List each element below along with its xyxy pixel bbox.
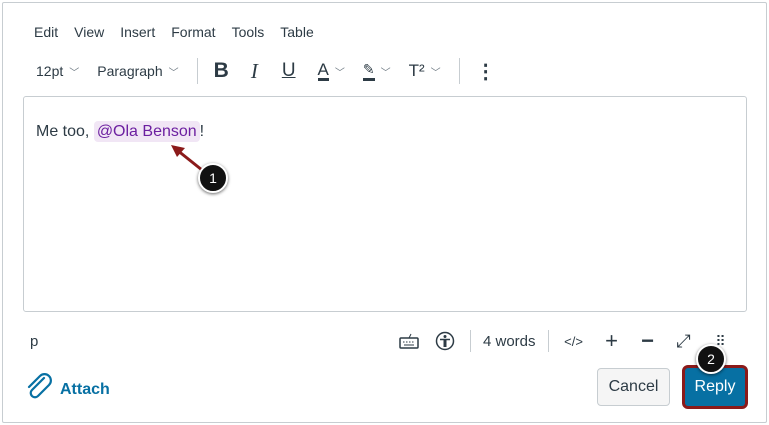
font-size-select[interactable]: 12pt ﹀ — [36, 63, 79, 79]
fullscreen-icon[interactable]: ⤢ — [673, 330, 695, 352]
chevron-down-icon: ﹀ — [430, 67, 441, 79]
word-count: 4 words — [483, 332, 536, 350]
zoom-in-icon[interactable]: + — [601, 328, 623, 353]
divider — [547, 330, 549, 352]
italic-icon[interactable]: I — [251, 59, 258, 84]
divider — [196, 58, 198, 84]
editor-toolbar: 12pt ﹀ Paragraph ﹀ B I U A ﹀ ✎ ﹀ T² ﹀ ⋮ — [36, 58, 514, 84]
message-text-end: ! — [199, 123, 205, 140]
user-mention[interactable]: @Ola Benson — [93, 121, 200, 142]
callout-badge-1: 1 — [198, 163, 228, 193]
reply-button[interactable]: Reply — [685, 368, 745, 406]
more-options-icon[interactable]: ⋮ — [476, 59, 496, 84]
bold-icon[interactable]: B — [214, 59, 229, 83]
zoom-out-icon[interactable]: − — [637, 328, 659, 353]
superscript-icon: T² — [408, 61, 425, 80]
attach-label: Attach — [60, 380, 110, 398]
element-path[interactable]: p — [30, 333, 38, 350]
menu-bar: Edit View Insert Format Tools Table — [34, 24, 314, 40]
highlight-button[interactable]: ✎ ﹀ — [362, 61, 391, 81]
underline-icon[interactable]: U — [282, 60, 296, 82]
menu-insert[interactable]: Insert — [120, 24, 155, 40]
attach-button[interactable]: Attach — [24, 372, 110, 407]
superscript-button[interactable]: T² ﹀ — [409, 61, 441, 81]
text-color-icon: A — [317, 60, 329, 81]
highlighter-icon: ✎ — [362, 61, 375, 81]
menu-table[interactable]: Table — [280, 24, 313, 40]
chevron-down-icon: ﹀ — [168, 67, 179, 79]
rich-text-editor[interactable]: Me too, @Ola Benson! — [23, 96, 747, 312]
chevron-down-icon: ﹀ — [380, 67, 391, 79]
status-bar: p 4 words </> + − ⤢ ⠿ — [0, 328, 769, 354]
divider — [458, 58, 460, 84]
chevron-down-icon: ﹀ — [69, 67, 80, 79]
block-format-select[interactable]: Paragraph ﹀ — [97, 63, 178, 79]
accessibility-icon[interactable] — [434, 330, 456, 352]
callout-badge-2: 2 — [696, 344, 726, 374]
menu-view[interactable]: View — [74, 24, 104, 40]
message-text: Me too, — [36, 123, 94, 140]
chevron-down-icon: ﹀ — [334, 67, 345, 79]
block-format-value: Paragraph — [97, 63, 163, 79]
keyboard-icon[interactable] — [398, 330, 420, 352]
font-size-value: 12pt — [36, 63, 64, 79]
menu-format[interactable]: Format — [171, 24, 215, 40]
cancel-button[interactable]: Cancel — [597, 368, 670, 406]
text-color-button[interactable]: A ﹀ — [317, 60, 345, 81]
menu-edit[interactable]: Edit — [34, 24, 58, 40]
html-editor-icon[interactable]: </> — [561, 330, 587, 352]
paperclip-icon — [24, 372, 54, 407]
menu-tools[interactable]: Tools — [232, 24, 265, 40]
divider — [470, 330, 471, 352]
editor-content: Me too, @Ola Benson! — [36, 121, 205, 142]
